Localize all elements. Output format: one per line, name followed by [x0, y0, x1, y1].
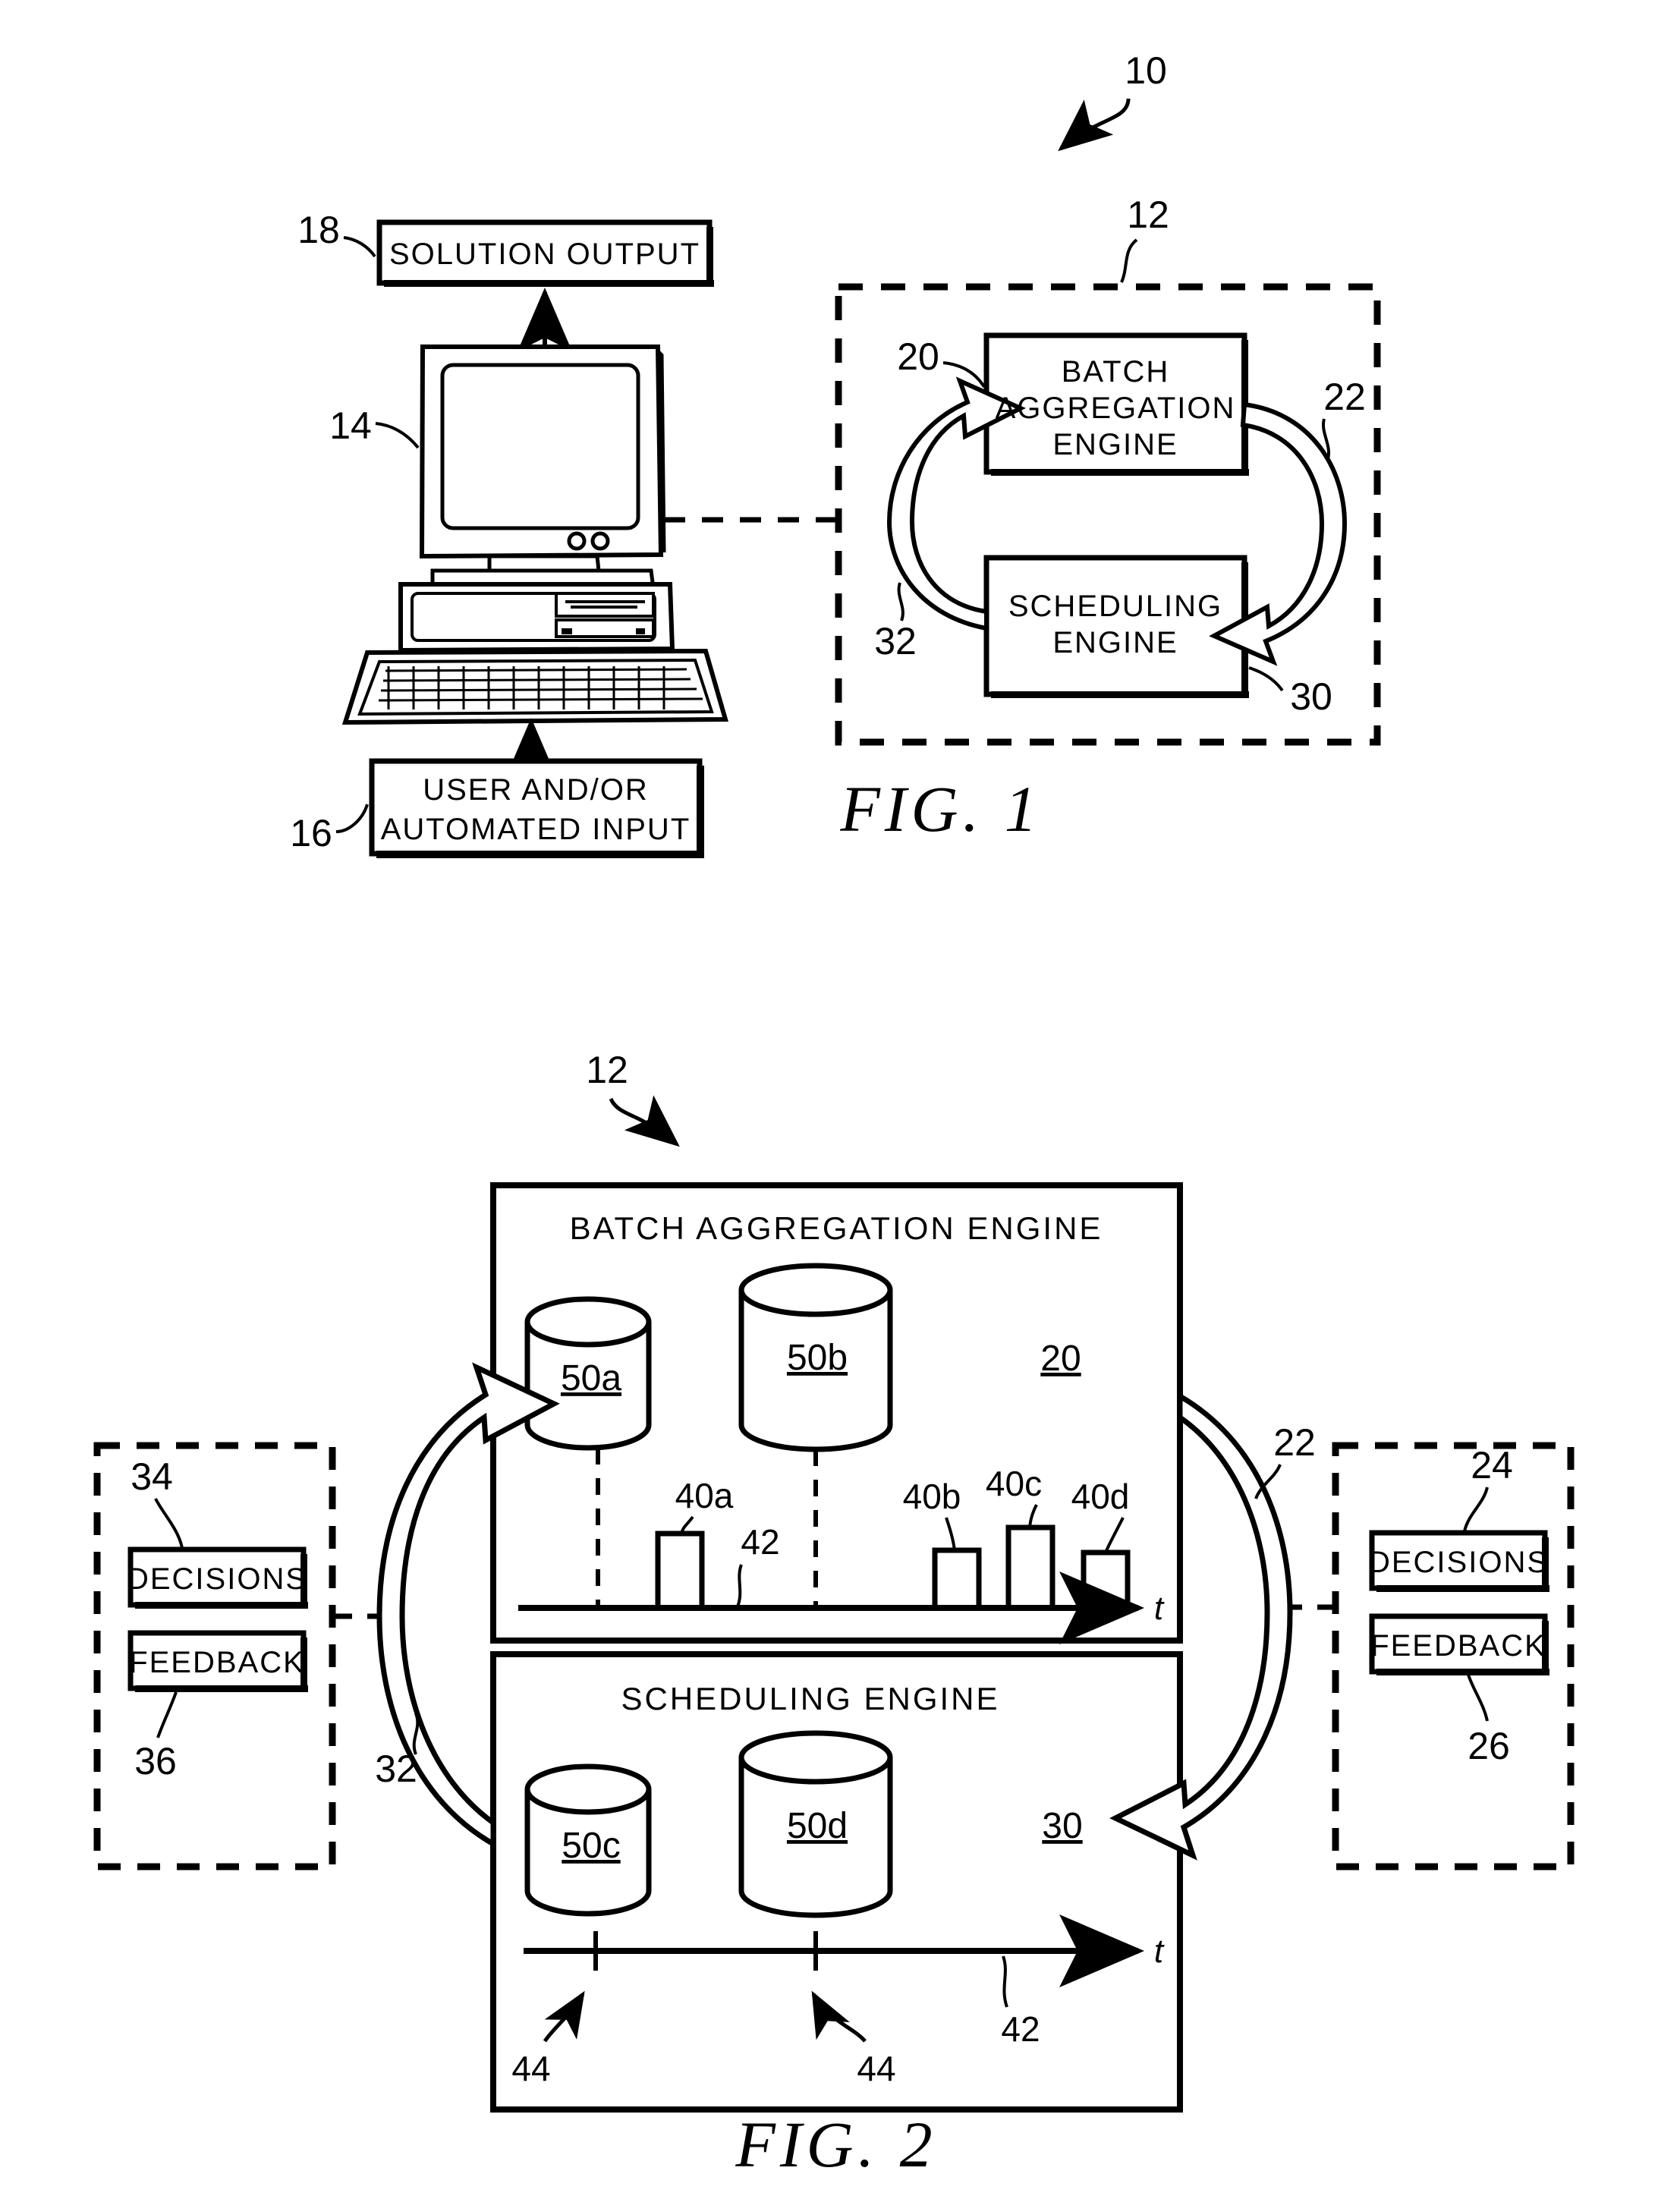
fig1-sched-line2: ENGINE [1052, 626, 1178, 659]
figure-text: 10 SOLUTION OUTPUT 18 14 USER AND/OR AUT… [127, 49, 1549, 2181]
user-input-line2: AUTOMATED INPUT [381, 813, 691, 846]
ref-18-label: 18 [297, 209, 340, 251]
fig1-batch-line1: BATCH [1062, 355, 1170, 389]
ref-22-label-fig1: 22 [1323, 376, 1366, 418]
ref-26-label: 26 [1468, 1725, 1510, 1767]
ref-12-label-fig2: 12 [586, 1049, 628, 1091]
patent-figure-sheet: 10 SOLUTION OUTPUT 18 14 USER AND/OR AUT… [0, 0, 1680, 2196]
scheduling-axis-label: t [1154, 1933, 1165, 1970]
fig1-sched-line1: SCHEDULING [1008, 590, 1222, 623]
fig1-caption: FIG. 1 [839, 772, 1041, 845]
ref-16-label: 16 [290, 812, 332, 854]
tick-44-label-second: 44 [857, 2049, 895, 2088]
ref-34-label: 34 [131, 1455, 173, 1498]
bar-40d-label: 40d [1071, 1477, 1130, 1516]
cylinder-50a-label: 50a [561, 1358, 621, 1398]
fig2-scheduling-panel-ref: 30 [1042, 1806, 1082, 1846]
tick-44-label-first: 44 [511, 2049, 550, 2088]
right-decisions-label: DECISIONS [1368, 1546, 1549, 1579]
user-input-line1: USER AND/OR [423, 773, 649, 807]
ref-14-label: 14 [329, 404, 372, 447]
ref-32-label-fig2: 32 [375, 1748, 417, 1790]
fig2-caption: FIG. 2 [735, 2108, 936, 2181]
ref-32-label-fig1: 32 [874, 620, 917, 662]
bar-40b-label: 40b [903, 1477, 961, 1516]
right-feedback-label: FEEDBACK [1370, 1629, 1546, 1663]
cylinder-50b-label: 50b [787, 1338, 848, 1378]
left-decisions-label: DECISIONS [127, 1562, 307, 1596]
ref-42-label-batch: 42 [741, 1522, 779, 1562]
ref-22-label-fig2: 22 [1273, 1421, 1316, 1464]
fig2-batch-panel-title: BATCH AGGREGATION ENGINE [570, 1210, 1103, 1246]
cylinder-50c-label: 50c [562, 1826, 620, 1866]
bar-40a-label: 40a [675, 1476, 734, 1515]
fig2-scheduling-panel-title: SCHEDULING ENGINE [621, 1681, 999, 1716]
ref-20-label-fig1: 20 [897, 335, 939, 378]
ref-12-label-fig1: 12 [1127, 193, 1169, 236]
bar-40c-label: 40c [986, 1464, 1042, 1503]
ref-24-label: 24 [1471, 1444, 1513, 1487]
ref-36-label: 36 [134, 1740, 177, 1782]
left-feedback-label: FEEDBACK [129, 1646, 305, 1679]
batch-axis-label: t [1154, 1590, 1165, 1627]
fig2-batch-panel-ref: 20 [1040, 1339, 1081, 1379]
solution-output-label: SOLUTION OUTPUT [389, 238, 700, 271]
ref-30-label-fig1: 30 [1290, 675, 1332, 718]
ref-42-label-scheduling: 42 [1001, 2009, 1040, 2049]
fig1-batch-line2: AGGREGATION [996, 392, 1236, 425]
ref-10-label: 10 [1125, 49, 1167, 92]
fig1-batch-line3: ENGINE [1052, 428, 1178, 461]
cylinder-50d-label: 50d [787, 1806, 848, 1846]
